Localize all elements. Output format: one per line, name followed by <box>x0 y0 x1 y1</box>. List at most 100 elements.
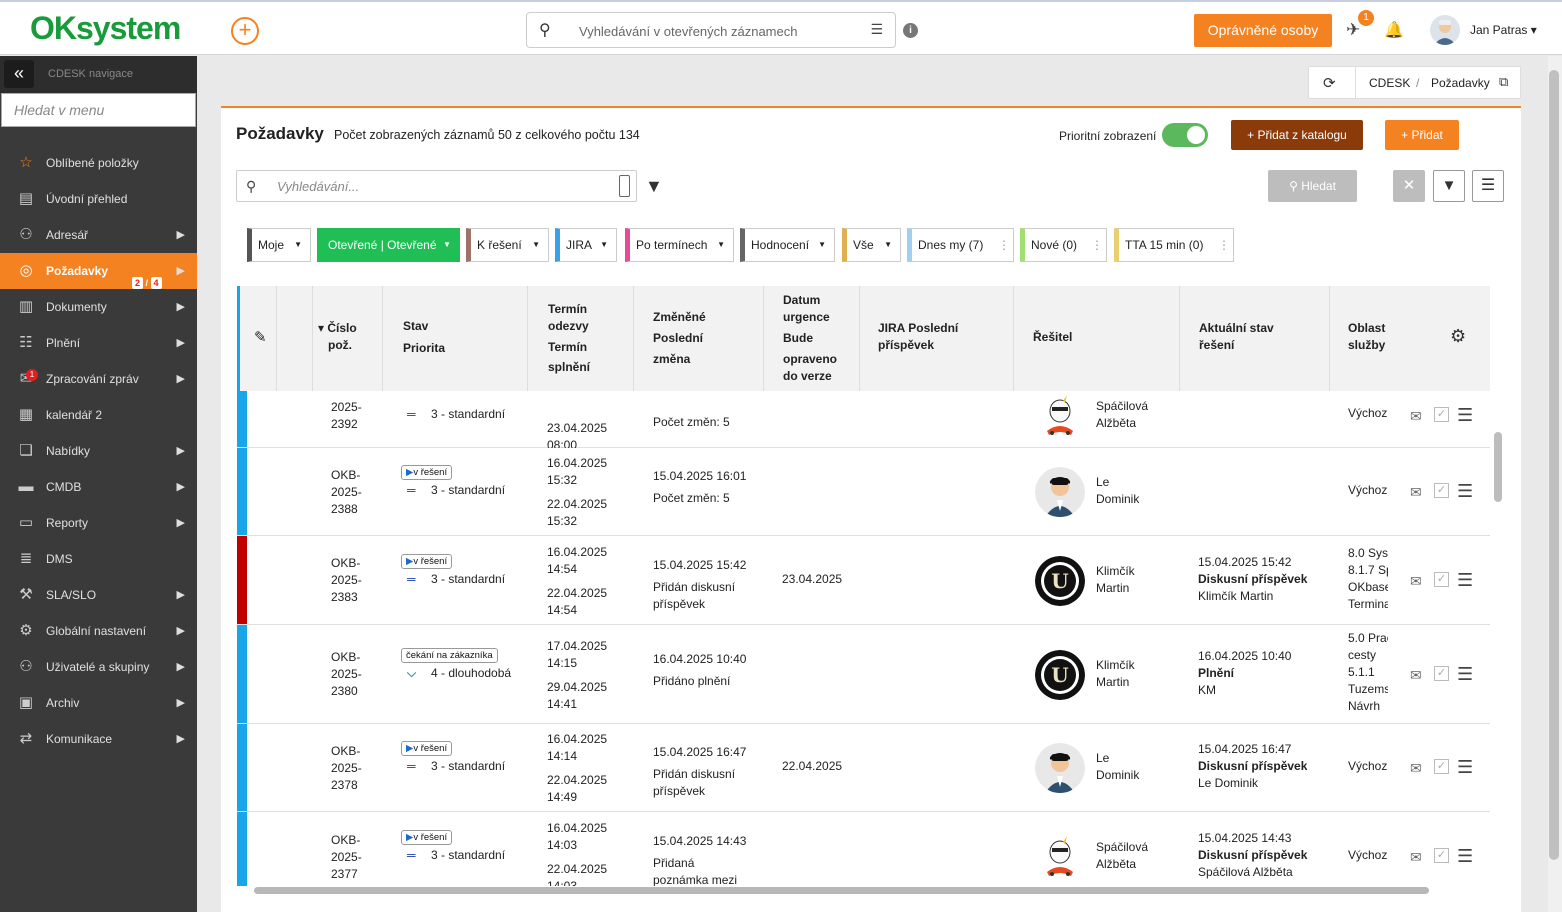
quick-add-button[interactable]: + <box>231 17 259 45</box>
col-solver[interactable]: Řešitel <box>1033 329 1072 346</box>
records-search-input[interactable]: Vyhledávání... <box>277 179 359 194</box>
request-number[interactable]: OKB- 2025- 2383 <box>331 555 362 606</box>
plane-icon[interactable]: ✈ <box>1346 20 1360 40</box>
table-row[interactable]: OKB- 2025- 2377 ▶v řešení ═ 3 - standardní 16.… <box>237 812 1490 886</box>
sidebar-item-1[interactable]: ☆ Oblíbené položky <box>0 145 197 181</box>
clear-filter-button[interactable]: ✕ <box>1393 170 1425 202</box>
sidebar-item-10[interactable]: ▬ CMDB ▶ <box>0 469 197 505</box>
menu-button[interactable]: ☰ <box>1472 170 1504 202</box>
advanced-filter-icon[interactable]: ▼ <box>645 176 663 197</box>
table-scrollbar[interactable] <box>1494 432 1502 502</box>
add-button[interactable]: + Přidat <box>1385 120 1459 150</box>
menu-search-input[interactable]: Hledat v menu <box>1 93 196 127</box>
table-row[interactable]: OKB- 2025- 2388 ▶v řešení ═ 3 - standardní 16.… <box>237 448 1490 536</box>
priority-view-toggle[interactable] <box>1162 123 1208 147</box>
check-icon[interactable]: ✓ <box>1434 483 1449 498</box>
solver-name[interactable]: Klimčík Martin <box>1096 563 1135 597</box>
more-icon[interactable]: ⋮ <box>998 229 1010 261</box>
chevron-down-icon[interactable]: ▼ <box>884 229 892 261</box>
request-number[interactable]: OKB- 2025- 2380 <box>331 649 362 700</box>
filter-chip-7[interactable]: Vše ▼ <box>842 228 901 262</box>
search-options-icon[interactable] <box>619 175 630 197</box>
solver-name[interactable]: Le Dominik <box>1096 474 1139 508</box>
request-number[interactable]: 2025- 2392 <box>331 399 362 433</box>
check-icon[interactable]: ✓ <box>1434 665 1449 681</box>
collapse-sidebar-button[interactable]: « <box>4 60 34 88</box>
sidebar-item-16[interactable]: ▣ Archiv ▶ <box>0 685 197 721</box>
sidebar-item-2[interactable]: ▤ Úvodní přehled <box>0 181 197 217</box>
sidebar-item-8[interactable]: ▦ kalendář 2 <box>0 397 197 433</box>
authorized-persons-button[interactable]: Oprávněné osoby <box>1194 14 1332 47</box>
more-icon[interactable]: ⋮ <box>1218 229 1230 261</box>
filter-chip-10[interactable]: TTA 15 min (0) ⋮ <box>1114 228 1234 262</box>
mail-icon[interactable]: ✉ <box>1410 667 1422 684</box>
sidebar-item-3[interactable]: ⚇ Adresář ▶ <box>0 217 197 253</box>
solver-name[interactable]: Le Dominik <box>1096 750 1139 784</box>
mail-icon[interactable]: ✉ <box>1410 849 1422 866</box>
col-current-state[interactable]: Aktuální stav řešení <box>1199 320 1274 354</box>
sidebar-item-11[interactable]: ▭ Reporty ▶ <box>0 505 197 541</box>
page-scrollbar[interactable] <box>1549 70 1559 860</box>
request-number[interactable]: OKB- 2025- 2388 <box>331 467 362 518</box>
filter-chip-5[interactable]: Po termínech ▼ <box>625 228 734 262</box>
filter-chip-4[interactable]: JIRA ▼ <box>555 228 617 262</box>
filter-chip-9[interactable]: Nové (0) ⋮ <box>1020 228 1107 262</box>
filter-chip-2[interactable]: Otevřené | Otevřené ▼ <box>317 228 460 262</box>
request-number[interactable]: OKB- 2025- 2377 <box>331 832 362 883</box>
sidebar-item-7[interactable]: ✉ Zpracování zpráv 1 ▶ <box>0 361 197 397</box>
chevron-down-icon[interactable]: ▼ <box>443 229 451 261</box>
add-from-catalog-button[interactable]: + Přidat z katalogu <box>1231 120 1363 150</box>
col-number[interactable]: ▾ Číslo pož. <box>318 320 357 354</box>
sidebar-item-12[interactable]: ≣ DMS <box>0 541 197 577</box>
sidebar-item-14[interactable]: ⚙ Globální nastavení ▶ <box>0 613 197 649</box>
check-icon[interactable]: ✓ <box>1434 406 1449 422</box>
chevron-down-icon[interactable]: ▼ <box>600 229 608 261</box>
check-icon[interactable]: ✓ <box>1434 848 1449 863</box>
sidebar-item-6[interactable]: ☷ Plnění ▶ <box>0 325 197 361</box>
table-row[interactable]: OKB- 2025- 2383 ▶v řešení ═ 3 - standardní 16.… <box>237 536 1490 625</box>
filter-button[interactable]: ▼ <box>1433 170 1465 202</box>
request-number[interactable]: OKB- 2025- 2378 <box>331 743 362 794</box>
filter-chip-6[interactable]: Hodnocení ▼ <box>740 228 835 262</box>
more-icon[interactable]: ⋮ <box>1091 229 1103 261</box>
table-row[interactable]: OKB- 2025- 2380 čekání na zákazníka ⌵ 4 - dlo… <box>237 625 1490 724</box>
breadcrumb-root[interactable]: CDESK <box>1369 76 1410 90</box>
table-row[interactable]: 2025- 2392 ═ 3 - standardní 23.04.2025 08:00 P… <box>237 391 1490 452</box>
filter-chip-1[interactable]: Moje ▼ <box>247 228 311 262</box>
sidebar-item-17[interactable]: ⇄ Komunikace ▶ <box>0 721 197 757</box>
mail-icon[interactable]: ✉ <box>1410 408 1422 425</box>
global-search-input[interactable]: Vyhledávání v otevřených záznamech <box>579 24 797 39</box>
search-button[interactable]: ⚲ Hledat <box>1268 170 1357 202</box>
sidebar-item-15[interactable]: ⚇ Uživatelé a skupiny ▶ <box>0 649 197 685</box>
user-menu[interactable]: Jan Patras ▾ <box>1470 23 1537 37</box>
global-search[interactable]: ⚲ Vyhledávání v otevřených záznamech ☰ <box>526 12 896 48</box>
row-menu-icon[interactable]: ☰ <box>1457 846 1473 867</box>
mail-icon[interactable]: ✉ <box>1410 573 1422 590</box>
bell-icon[interactable]: 🔔 <box>1384 20 1404 40</box>
col-jira[interactable]: JIRA Poslední příspěvek <box>878 320 958 354</box>
chevron-down-icon[interactable]: ▼ <box>818 229 826 261</box>
check-icon[interactable]: ✓ <box>1434 759 1449 774</box>
col-urgency[interactable]: Datum urgence Bude opraveno do verze <box>783 292 837 385</box>
sidebar-item-13[interactable]: ⚒ SLA/SLO ▶ <box>0 577 197 613</box>
sidebar-item-5[interactable]: ▥ Dokumenty ▶ <box>0 289 197 325</box>
refresh-icon[interactable]: ⟳ <box>1323 74 1336 92</box>
check-icon[interactable]: ✓ <box>1434 571 1449 587</box>
user-avatar[interactable] <box>1430 15 1460 45</box>
filter-chip-3[interactable]: K řešení ▼ <box>466 228 549 262</box>
col-status[interactable]: Stav Priorita <box>403 318 445 362</box>
external-link-icon[interactable]: ⧉ <box>1499 74 1508 90</box>
chevron-down-icon[interactable]: ▼ <box>294 229 302 261</box>
col-changed[interactable]: Změněné Poslední změna <box>653 309 706 368</box>
row-menu-icon[interactable]: ☰ <box>1457 405 1473 426</box>
column-settings-icon[interactable]: ⚙ <box>1450 327 1466 345</box>
info-icon[interactable]: i <box>903 23 918 38</box>
chevron-down-icon[interactable]: ▼ <box>717 229 725 261</box>
edit-icon[interactable]: ✎ <box>254 329 267 346</box>
row-menu-icon[interactable]: ☰ <box>1457 481 1473 502</box>
solver-name[interactable]: Klimčík Martin <box>1096 657 1135 691</box>
col-deadline[interactable]: Termín odezvy Termín splnění <box>548 301 590 376</box>
horizontal-scrollbar[interactable] <box>254 887 1429 894</box>
row-menu-icon[interactable]: ☰ <box>1457 664 1473 685</box>
sidebar-item-9[interactable]: ❏ Nabídky ▶ <box>0 433 197 469</box>
